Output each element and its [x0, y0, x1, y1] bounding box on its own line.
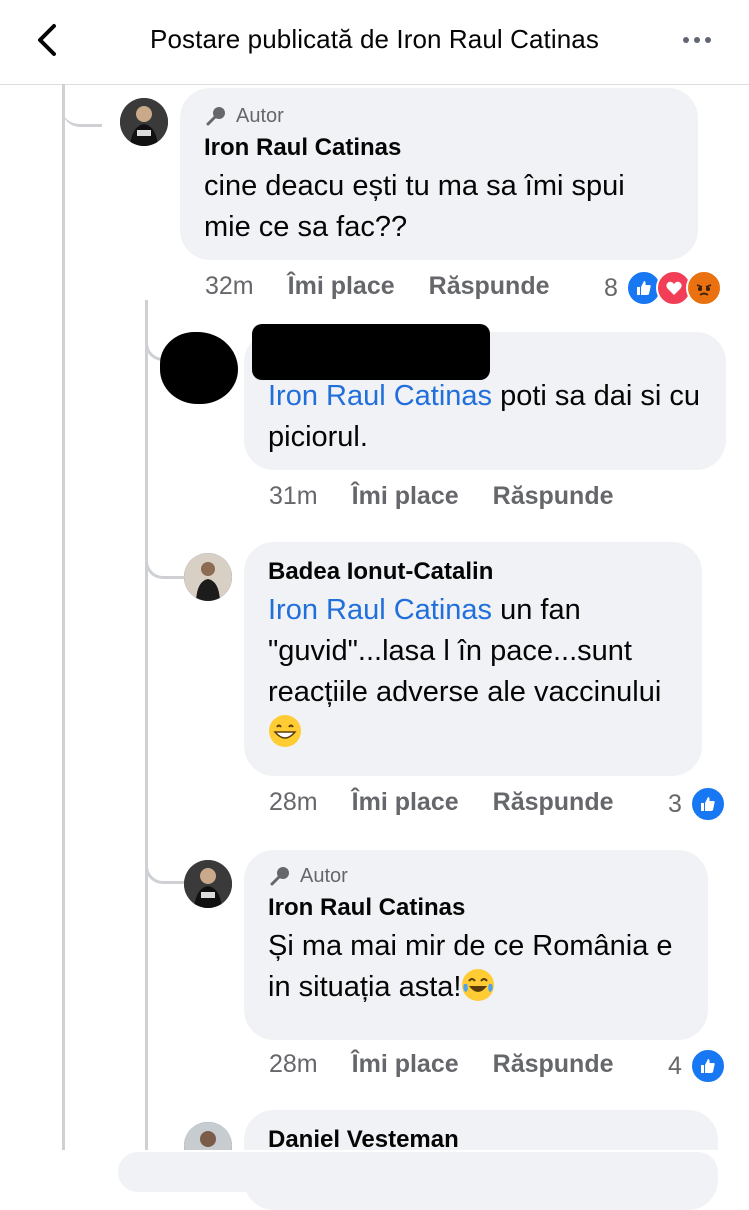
angry-reaction-icon [685, 270, 722, 306]
comment-author[interactable]: Badea Ionut-Catalin [268, 558, 678, 586]
comment-bubble: Autor Iron Raul Catinas Și ma mai mir de… [244, 850, 708, 1040]
reactions-summary[interactable]: 3 [668, 786, 726, 822]
thread-connector [145, 540, 184, 579]
like-button[interactable]: Îmi place [352, 482, 459, 511]
comment-author[interactable]: Iron Raul Catinas [204, 134, 674, 162]
avatar[interactable] [184, 553, 232, 601]
reply-button[interactable]: Răspunde [429, 272, 550, 301]
microphone-icon [270, 867, 289, 886]
like-button[interactable]: Îmi place [352, 788, 459, 817]
top-bar: Postare publicată de Iron Raul Catinas [0, 0, 749, 85]
grinning-emoji-icon [269, 715, 301, 747]
redaction-scribble [252, 324, 490, 380]
like-reaction-icon [689, 786, 726, 822]
mention-link[interactable]: Iron Raul Catinas [268, 380, 492, 412]
comment-text: Iron Raul Catinas poti sa dai si cu pici… [268, 380, 701, 453]
avatar[interactable] [120, 98, 168, 146]
comment-text: Și ma mai mir de ce România e in situați… [268, 930, 673, 1003]
avatar[interactable] [184, 860, 232, 908]
comment-time[interactable]: 28m [269, 788, 318, 817]
comment-time[interactable]: 28m [269, 1050, 318, 1079]
reply-button[interactable]: Răspunde [493, 482, 614, 511]
comment-time[interactable]: 32m [205, 272, 254, 301]
avatar[interactable] [160, 332, 238, 404]
comment-author[interactable]: Iron Raul Catinas [268, 894, 684, 922]
comment-actions: 28m Îmi place Răspunde [269, 788, 648, 817]
like-button[interactable]: Îmi place [288, 272, 395, 301]
thread-connector [62, 84, 102, 127]
like-reaction-icon [689, 1048, 726, 1084]
author-badge: Autor [204, 104, 674, 128]
comment-actions: 32m Îmi place Răspunde [205, 272, 584, 301]
comment-time[interactable]: 31m [269, 482, 318, 511]
reply-button[interactable]: Răspunde [493, 788, 614, 817]
thread-line-outer [62, 84, 65, 1174]
reply-button[interactable]: Răspunde [493, 1050, 614, 1079]
thread-connector [145, 845, 184, 884]
mention-link[interactable]: Iron Raul Catinas [268, 594, 492, 626]
reactions-summary[interactable]: 4 [668, 1048, 726, 1084]
like-button[interactable]: Îmi place [352, 1050, 459, 1079]
author-badge: Autor [268, 864, 684, 888]
more-options-icon[interactable] [683, 30, 723, 50]
comment-actions: 31m Îmi place Răspunde [269, 482, 648, 511]
comment-bubble: Autor Iron Raul Catinas cine deacu ești … [180, 88, 698, 260]
comment-bubble: Badea Ionut-Catalin Iron Raul Catinas un… [244, 542, 702, 776]
tears-of-joy-emoji-icon [462, 969, 495, 1001]
comment-actions: 28m Îmi place Răspunde [269, 1050, 648, 1079]
page-title: Postare publicată de Iron Raul Catinas [150, 24, 599, 54]
thread-line-inner [145, 300, 148, 1174]
microphone-icon [206, 107, 225, 126]
comment-input[interactable] [118, 1152, 718, 1192]
comment-text: Iron Raul Catinas un fan "guvid"...lasa … [268, 590, 678, 754]
reactions-summary[interactable]: 8 [604, 270, 722, 306]
comment-text: cine deacu ești tu ma sa îmi spui mie ce… [204, 170, 625, 243]
